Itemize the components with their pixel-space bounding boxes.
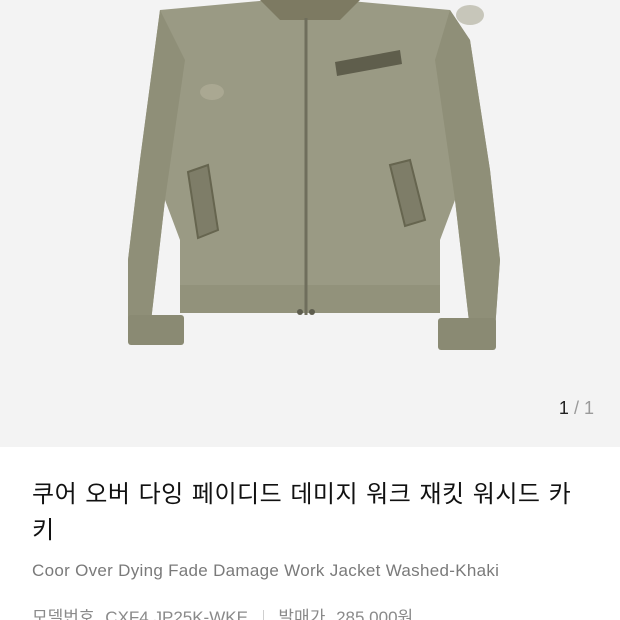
release-price-label: 발매가: [278, 608, 326, 620]
current-image-index: 1: [558, 398, 569, 418]
model-number-value: CXF4 JP25K-WKE: [105, 608, 248, 620]
product-detail-page: 1 / 1 쿠어 오버 다잉 페이디드 데미지 워크 재킷 워시드 카키 Coo…: [0, 0, 620, 620]
product-english-name: Coor Over Dying Fade Damage Work Jacket …: [32, 561, 500, 580]
release-price-value: 285,000원: [336, 608, 414, 620]
product-meta-row: 모델번호 CXF4 JP25K-WKE 발매가 285,000원: [32, 603, 413, 620]
meta-divider: [262, 610, 264, 620]
product-title: 쿠어 오버 다잉 페이디드 데미지 워크 재킷 워시드 카키: [32, 480, 572, 544]
image-page-counter: 1 / 1: [559, 398, 594, 419]
counter-separator: /: [573, 398, 579, 418]
total-image-count: 1: [583, 398, 594, 418]
model-number-label: 모델번호: [32, 608, 95, 620]
product-image-gallery[interactable]: 1 / 1: [0, 0, 620, 447]
jacket-image: [128, 0, 500, 350]
